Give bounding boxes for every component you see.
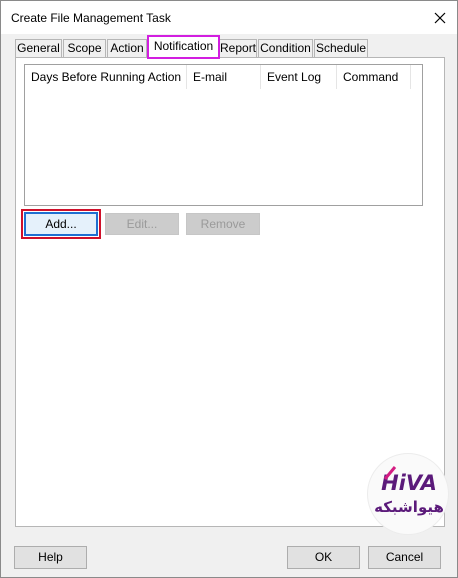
create-file-management-task-dialog: Create File Management Task General Scop… [0,0,458,578]
column-days-before-running-action[interactable]: Days Before Running Action [25,65,187,89]
ok-button[interactable]: OK [287,546,360,569]
tab-notification[interactable]: Notification [147,35,220,59]
column-email[interactable]: E-mail [187,65,261,89]
title-bar: Create File Management Task [1,1,457,34]
tab-strip: General Scope Action Notification Report… [15,35,445,59]
cancel-button[interactable]: Cancel [368,546,441,569]
add-button[interactable]: Add... [24,212,98,236]
tab-scope[interactable]: Scope [63,39,106,58]
column-event-log[interactable]: Event Log [261,65,337,89]
dialog-title: Create File Management Task [11,11,171,25]
help-button[interactable]: Help [14,546,87,569]
edit-button[interactable]: Edit... [105,213,179,235]
tab-condition[interactable]: Condition [258,39,313,58]
list-header: Days Before Running Action E-mail Event … [25,65,422,89]
column-command[interactable]: Command [337,65,411,89]
close-icon [434,12,446,23]
tab-schedule[interactable]: Schedule [314,39,368,58]
hiva-watermark-logo: HiVA هیواشبکه [367,453,449,535]
tab-general[interactable]: General [15,39,62,58]
notification-list[interactable]: Days Before Running Action E-mail Event … [24,64,423,206]
watermark-brand-fa: هیواشبکه [374,498,444,516]
tab-report[interactable]: Report [219,39,257,58]
hiva-logo-icon: HiVA هیواشبکه [374,466,444,516]
close-button[interactable] [423,1,457,34]
remove-button[interactable]: Remove [186,213,260,235]
tab-action[interactable]: Action [107,39,147,58]
